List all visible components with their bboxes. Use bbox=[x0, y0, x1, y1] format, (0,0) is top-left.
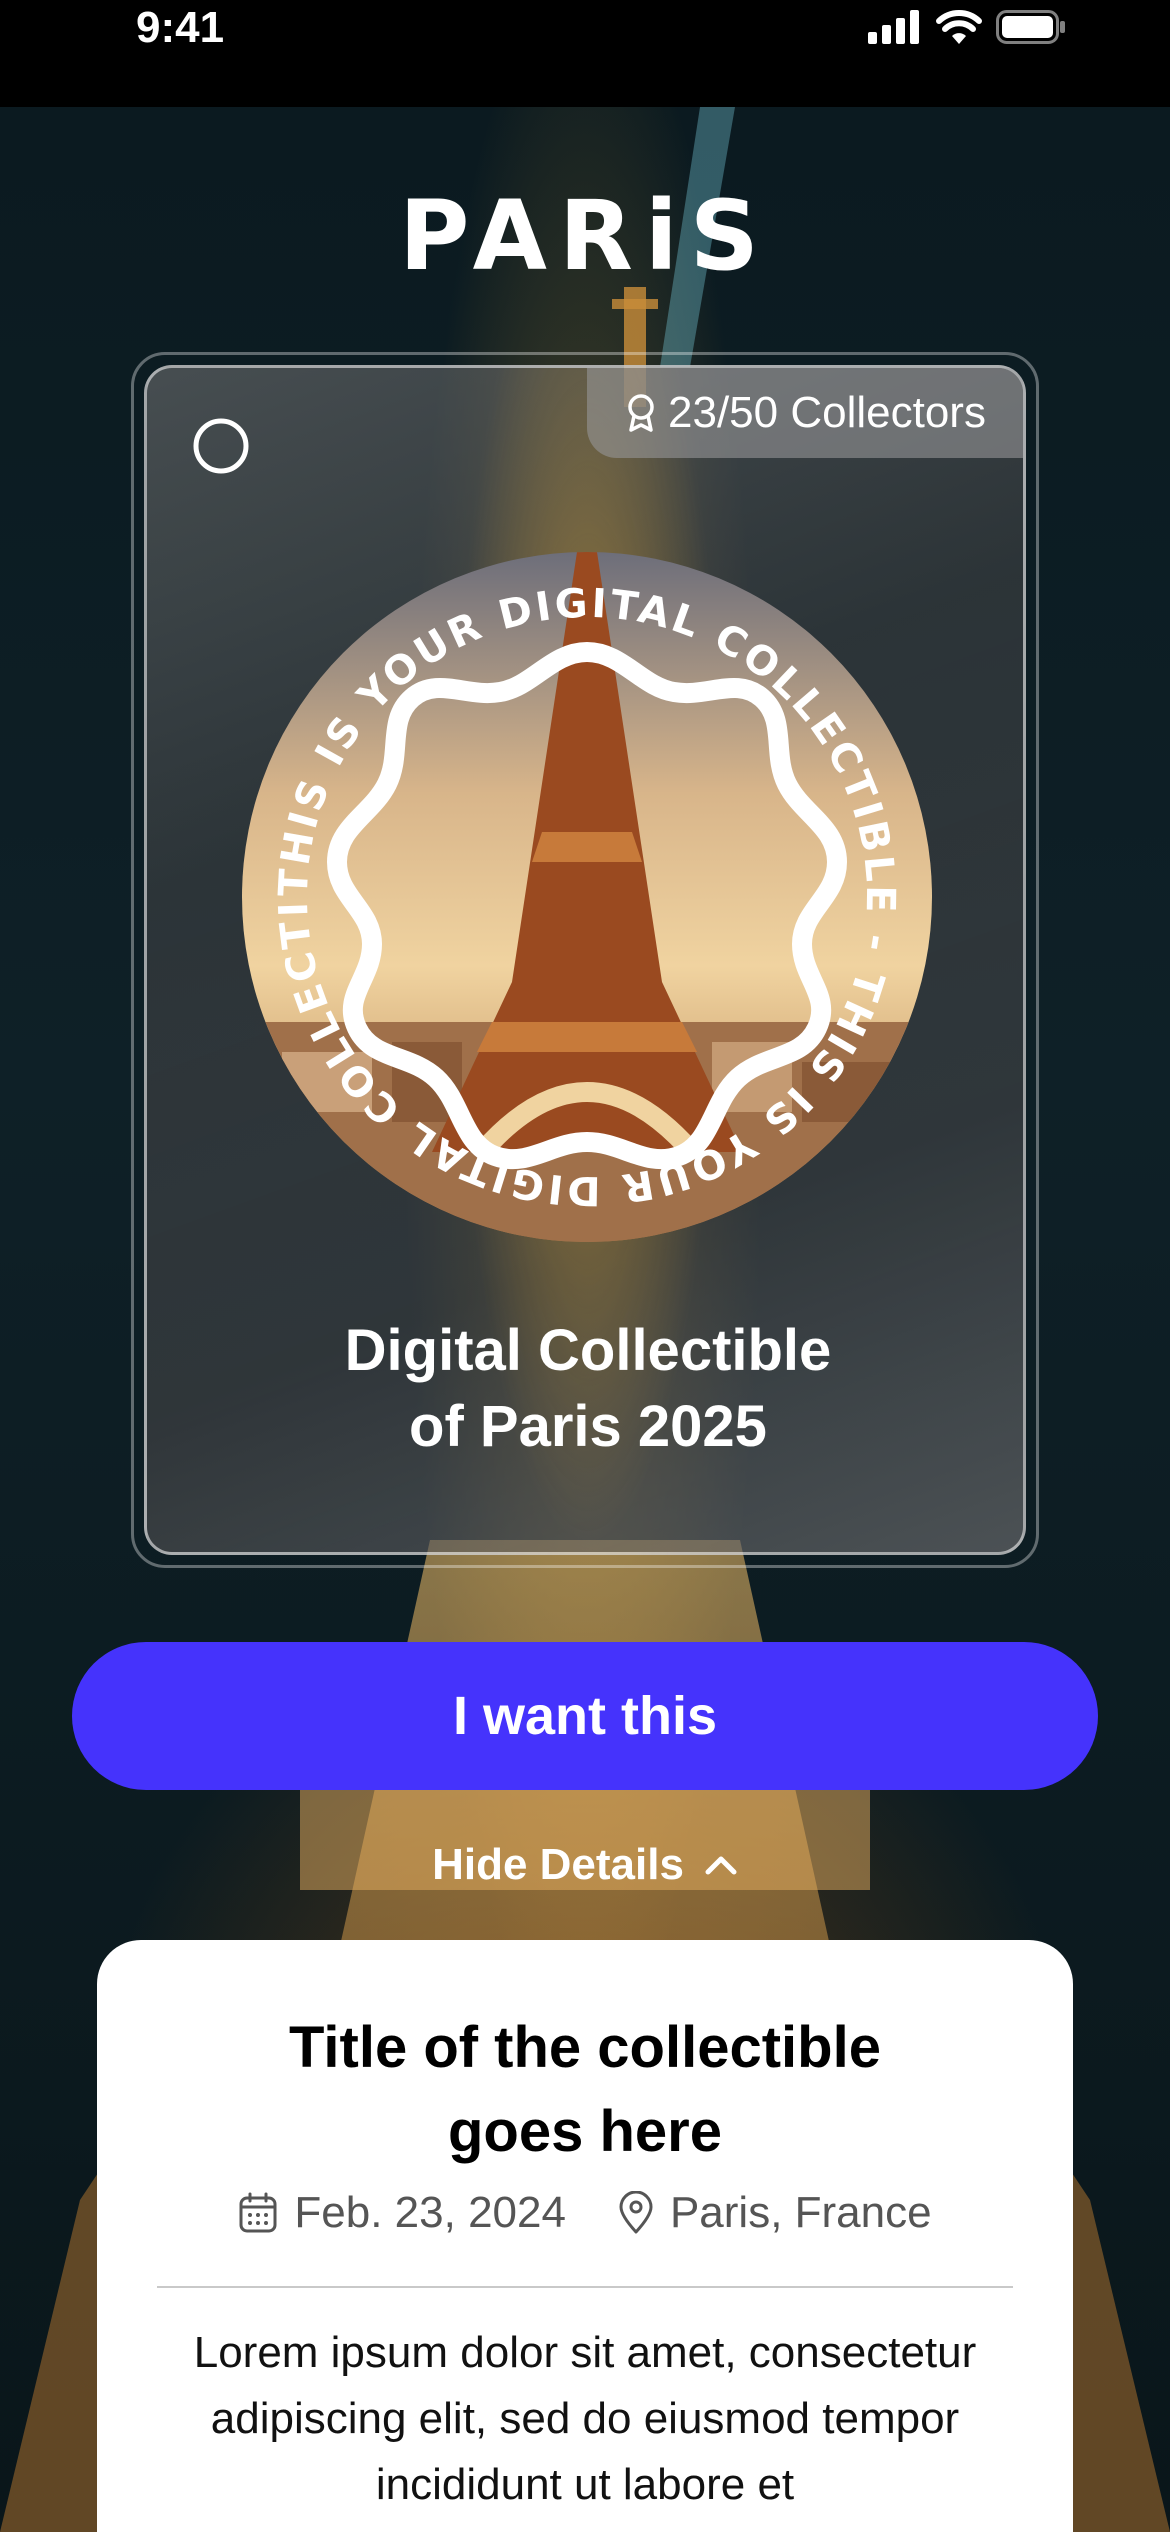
details-meta: Feb. 23, 2024 Paris, France bbox=[97, 2188, 1073, 2238]
details-divider bbox=[157, 2286, 1013, 2288]
location-meta: Paris, France bbox=[618, 2188, 932, 2238]
details-card: Title of the collectible goes here Feb. … bbox=[97, 1940, 1073, 2532]
card-title-line1: Digital Collectible bbox=[344, 1318, 832, 1383]
ring-icon bbox=[193, 418, 249, 474]
status-time: 9:41 bbox=[136, 3, 225, 52]
signal-icon bbox=[868, 10, 919, 44]
collectors-badge: 23/50 Collectors bbox=[587, 368, 1023, 458]
hide-details-label: Hide Details bbox=[432, 1840, 684, 1889]
collectors-count: 23/50 Collectors bbox=[668, 388, 986, 437]
details-description: Lorem ipsum dolor sit amet, consectetur … bbox=[193, 2328, 977, 2509]
collectible-card[interactable]: 23/50 Collectors THIS IS YOUR DIGITAL CO… bbox=[144, 365, 1026, 1555]
date-text: Feb. 23, 2024 bbox=[294, 2188, 566, 2237]
battery-icon bbox=[996, 10, 1065, 44]
i-want-this-button[interactable]: I want this bbox=[72, 1642, 1098, 1790]
location-pin-icon bbox=[619, 2191, 653, 2234]
wifi-icon bbox=[936, 10, 982, 44]
card-title: Digital Collectible of Paris 2025 bbox=[147, 1313, 1023, 1465]
collectible-medallion: THIS IS YOUR DIGITAL COLLECTIBLE - THIS … bbox=[242, 552, 932, 1242]
status-icons bbox=[868, 10, 1066, 44]
calendar-icon bbox=[239, 2192, 277, 2233]
date-meta: Feb. 23, 2024 bbox=[238, 2188, 566, 2238]
award-icon bbox=[628, 394, 654, 432]
details-title: Title of the collectible goes here bbox=[97, 2006, 1073, 2174]
card-title-line2: of Paris 2025 bbox=[409, 1394, 767, 1459]
status-bar: 9:41 bbox=[0, 0, 1170, 107]
brand-logo: PARiS bbox=[399, 180, 771, 292]
details-title-line1: Title of the collectible bbox=[289, 2015, 881, 2080]
hide-details-toggle[interactable]: Hide Details bbox=[0, 1840, 1170, 1890]
details-title-line2: goes here bbox=[448, 2099, 722, 2164]
location-text: Paris, France bbox=[669, 2188, 932, 2237]
chevron-up-icon bbox=[705, 1856, 737, 1875]
